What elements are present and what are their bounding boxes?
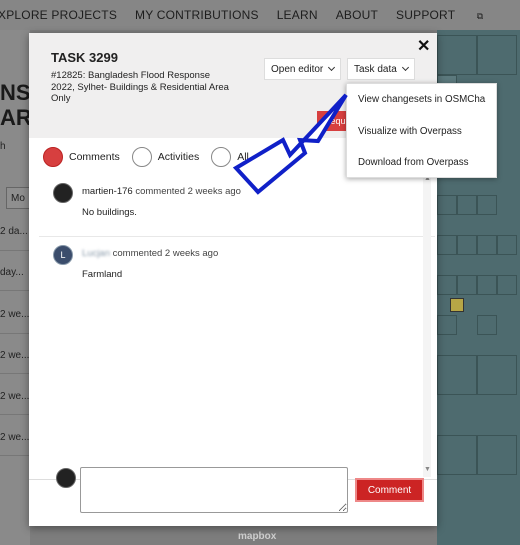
tab-comments-label[interactable]: Comments bbox=[69, 151, 120, 163]
avatar bbox=[56, 468, 76, 488]
background-row: day... bbox=[0, 267, 24, 278]
background-row: 2 da... bbox=[0, 226, 28, 237]
close-icon[interactable]: ✕ bbox=[417, 39, 430, 55]
comment-author[interactable]: martien-176 bbox=[82, 186, 133, 197]
top-navigation: XPLORE PROJECTS MY CONTRIBUTIONS LEARN A… bbox=[0, 0, 520, 30]
background-side-char: h bbox=[0, 141, 6, 152]
background-row: 2 we... bbox=[0, 391, 30, 402]
radio-all[interactable] bbox=[211, 147, 232, 167]
comment-author[interactable]: Lucjan bbox=[82, 248, 110, 259]
nav-support-label: SUPPORT bbox=[396, 8, 456, 22]
menu-item-view-changesets[interactable]: View changesets in OSMCha bbox=[358, 94, 485, 105]
menu-item-download-overpass[interactable]: Download from Overpass bbox=[358, 157, 469, 168]
comment-list: martien-176 commented 2 weeks ago No bui… bbox=[39, 175, 435, 476]
comment-text: No buildings. bbox=[82, 207, 137, 218]
background-row: 2 we... bbox=[0, 432, 30, 443]
nav-about[interactable]: ABOUT bbox=[336, 8, 378, 22]
comment-time: commented 2 weeks ago bbox=[135, 186, 241, 197]
background-row: 2 we... bbox=[0, 350, 30, 361]
open-editor-label: Open editor bbox=[271, 64, 324, 75]
radio-activities[interactable] bbox=[131, 147, 152, 167]
comment-meta: Lucjan commented 2 weeks ago bbox=[82, 248, 218, 259]
task-data-label: Task data bbox=[354, 64, 397, 75]
tab-all-label[interactable]: All bbox=[237, 151, 249, 163]
radio-comments[interactable] bbox=[43, 147, 63, 167]
nav-learn[interactable]: LEARN bbox=[277, 8, 318, 22]
comment-meta: martien-176 commented 2 weeks ago bbox=[82, 186, 241, 197]
task-data-menu: View changesets in OSMCha Visualize with… bbox=[346, 83, 497, 178]
project-name: #12825: Bangladesh Flood Response 2022, … bbox=[51, 70, 229, 104]
nav-support[interactable]: SUPPORT ⧉ bbox=[396, 8, 501, 22]
background-row: 2 we... bbox=[0, 309, 30, 320]
task-data-button[interactable]: Task data bbox=[347, 58, 415, 80]
background-title-line-1: NSE bbox=[0, 80, 30, 105]
comment-text: Farmland bbox=[82, 269, 123, 280]
chevron-down-icon bbox=[401, 63, 409, 72]
comment-time: commented 2 weeks ago bbox=[112, 248, 219, 259]
avatar bbox=[53, 183, 73, 203]
open-editor-button[interactable]: Open editor bbox=[264, 58, 342, 80]
comment-filter-tabs: Comments Activities All bbox=[43, 147, 261, 167]
comment-scrollbar[interactable] bbox=[423, 175, 431, 477]
menu-item-visualize-overpass[interactable]: Visualize with Overpass bbox=[358, 126, 462, 137]
background-filter[interactable]: Mo bbox=[6, 187, 30, 209]
nav-explore-projects[interactable]: XPLORE PROJECTS bbox=[0, 8, 117, 22]
tab-activities-label[interactable]: Activities bbox=[158, 151, 199, 163]
comment-input[interactable] bbox=[80, 467, 348, 513]
avatar: L bbox=[53, 245, 73, 265]
chevron-down-icon bbox=[328, 63, 336, 72]
scroll-down-icon[interactable]: ▼ bbox=[424, 466, 431, 473]
comment-button[interactable]: Comment bbox=[355, 478, 424, 502]
map-attribution: mapbox bbox=[238, 531, 277, 542]
nav-my-contributions[interactable]: MY CONTRIBUTIONS bbox=[135, 8, 259, 22]
task-title: TASK 3299 bbox=[51, 50, 118, 65]
external-link-icon: ⧉ bbox=[476, 11, 484, 21]
background-title-line-2: ARE bbox=[0, 105, 30, 130]
